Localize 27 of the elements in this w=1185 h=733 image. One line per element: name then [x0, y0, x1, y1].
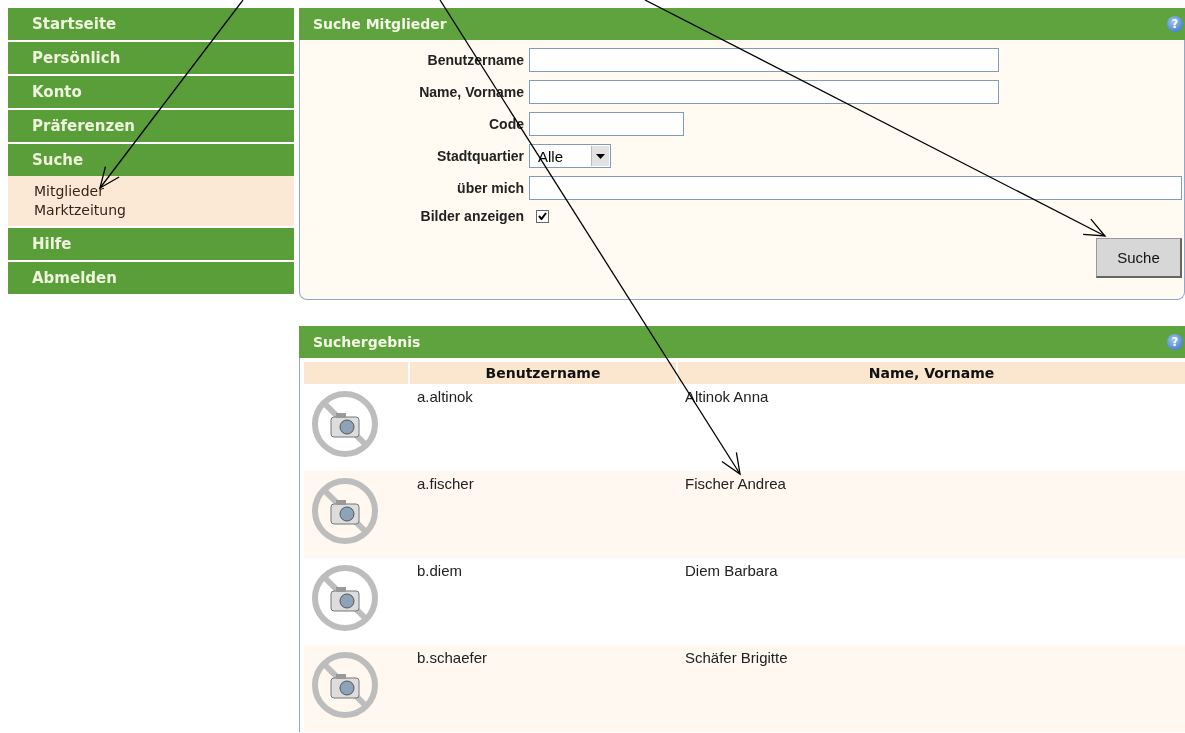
sidebar-item[interactable]: Konto: [8, 76, 294, 108]
field-label: über mich: [457, 180, 524, 196]
submenu-link[interactable]: Marktzeitung: [34, 201, 126, 220]
name-text: Schäfer Brigitte: [685, 649, 788, 666]
search-button[interactable]: Suche: [1096, 238, 1182, 278]
sidebar-item[interactable]: Abmelden: [8, 262, 294, 294]
help-icon[interactable]: ?: [1167, 334, 1183, 350]
submenu-link[interactable]: Mitglieder: [34, 182, 104, 201]
name-text: Diem Barbara: [685, 562, 778, 579]
column-header: Benutzername: [409, 362, 677, 384]
username-text[interactable]: b.diem: [417, 562, 463, 579]
dropdown[interactable]: Alle: [529, 144, 611, 168]
username-text[interactable]: a.altinok: [417, 388, 473, 405]
field-label: Stadtquartier: [436, 148, 524, 164]
sidebar-item[interactable]: Suche: [8, 144, 294, 176]
panel-title: Suchergebnis: [313, 334, 421, 350]
sidebar-item[interactable]: Präferenzen: [8, 110, 294, 142]
help-icon[interactable]: ?: [1167, 16, 1183, 32]
name-text: Fischer Andrea: [685, 475, 786, 492]
panel-title: Suche Mitglieder: [313, 16, 447, 32]
sidebar-item[interactable]: Startseite: [8, 8, 294, 40]
column-header: Name, Vorname: [677, 362, 1185, 384]
username-text[interactable]: a.fischer: [417, 475, 474, 492]
sidebar-item[interactable]: Persönlich: [8, 42, 294, 74]
field-label: Bilder anzeigen: [420, 208, 524, 224]
sidebar-item[interactable]: Hilfe: [8, 228, 294, 260]
username-text[interactable]: b.schaefer: [417, 649, 488, 666]
